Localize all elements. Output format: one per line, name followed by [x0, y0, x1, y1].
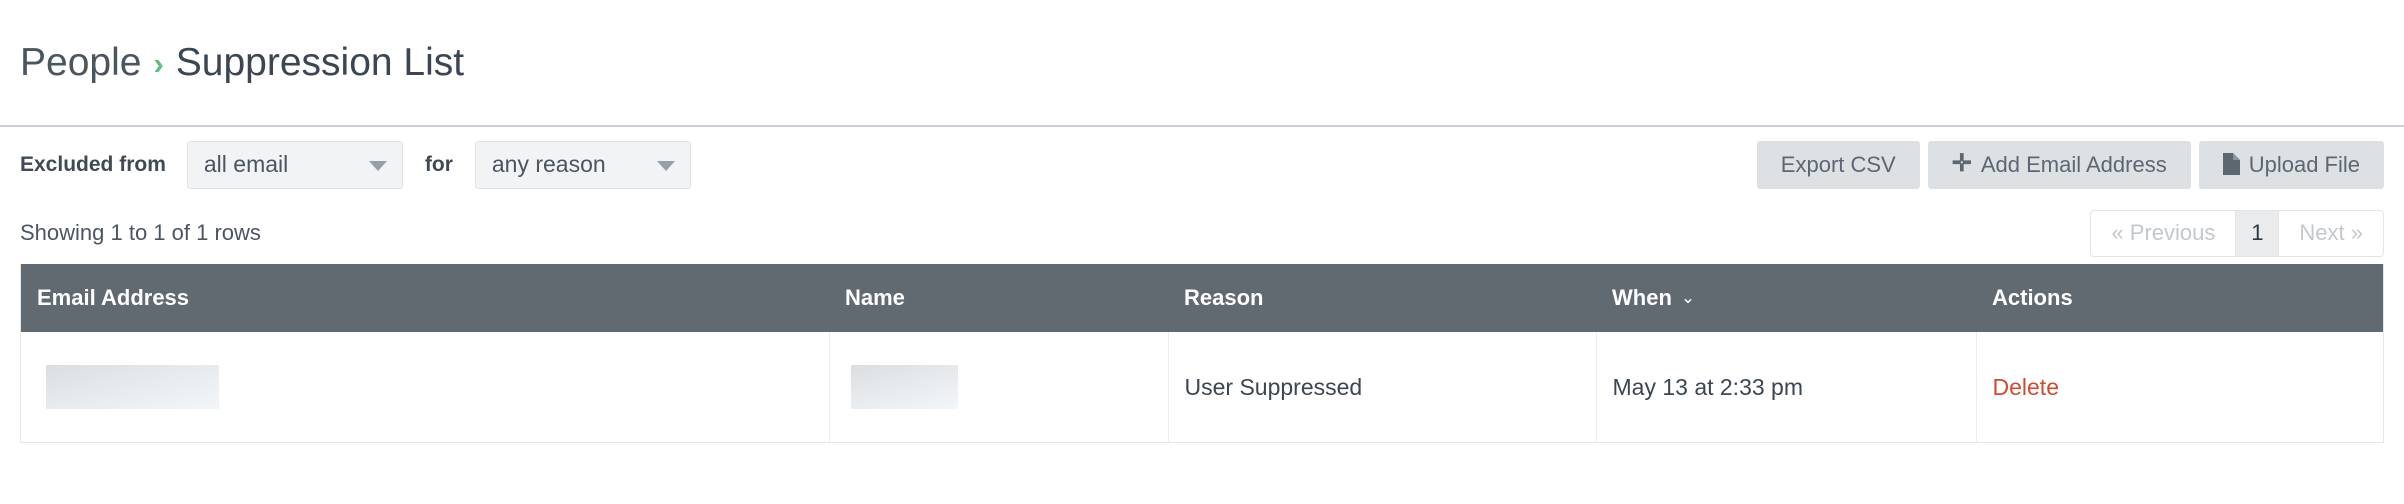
file-icon: [2222, 152, 2240, 175]
audience-filter-value: all email: [203, 151, 289, 177]
upload-file-label: Upload File: [2248, 151, 2360, 177]
pagination-page-1[interactable]: 1: [2235, 209, 2280, 257]
delete-link[interactable]: Delete: [1993, 374, 2059, 400]
reason-filter-value: any reason: [491, 151, 606, 177]
column-header-email-address-label: Email Address: [37, 285, 190, 310]
export-csv-button[interactable]: Export CSV: [1756, 140, 1920, 189]
filter-toolbar: Excluded from all email for any reason E…: [0, 127, 2404, 202]
upload-file-button[interactable]: Upload File: [2198, 140, 2384, 189]
cell-email-address: [21, 332, 830, 442]
redacted-name-value: [850, 365, 958, 409]
cell-when: May 13 at 2:33 pm: [1596, 332, 1977, 442]
reason-filter-select[interactable]: any reason: [474, 140, 691, 189]
pagination-previous-button[interactable]: « Previous: [2090, 209, 2237, 257]
action-button-group: Export CSV ✛ Add Email Address Upload Fi…: [1756, 140, 2384, 189]
table-row: User Suppressed May 13 at 2:33 pm Delete: [21, 332, 2383, 442]
add-email-address-button[interactable]: ✛ Add Email Address: [1927, 140, 2191, 189]
column-header-when-label: When: [1612, 285, 1672, 310]
export-csv-label: Export CSV: [1780, 151, 1896, 177]
table-header-row: Email Address Name Reason When ⌄ Actions: [21, 264, 2383, 332]
chevron-down-icon: [368, 160, 387, 171]
table-meta-row: Showing 1 to 1 of 1 rows « Previous 1 Ne…: [0, 202, 2404, 264]
pagination: « Previous 1 Next »: [2090, 209, 2384, 257]
cell-reason: User Suppressed: [1168, 332, 1597, 442]
breadcrumb: People › Suppression List: [20, 41, 464, 85]
column-header-when[interactable]: When ⌄: [1596, 264, 1976, 332]
suppression-list-table: Email Address Name Reason When ⌄ Actions: [21, 264, 2383, 442]
column-header-name[interactable]: Name: [829, 264, 1168, 332]
add-email-address-label: Add Email Address: [1980, 151, 2167, 177]
redacted-email-value: [46, 365, 219, 409]
column-header-reason-label: Reason: [1184, 285, 1264, 310]
suppression-list-table-wrapper: Email Address Name Reason When ⌄ Actions: [20, 264, 2384, 443]
plus-icon: ✛: [1951, 149, 1972, 177]
column-header-reason[interactable]: Reason: [1168, 264, 1596, 332]
chevron-right-icon: ›: [153, 46, 164, 81]
page-title: Suppression List: [175, 40, 465, 84]
cell-name: [829, 332, 1169, 442]
pagination-next-button[interactable]: Next »: [2278, 209, 2384, 257]
excluded-from-label: Excluded from: [20, 152, 166, 176]
showing-rows-text: Showing 1 to 1 of 1 rows: [20, 220, 261, 245]
breadcrumb-bar: People › Suppression List: [0, 0, 2404, 127]
column-header-actions-label: Actions: [1992, 285, 2073, 310]
cell-actions: Delete: [1976, 332, 2383, 442]
chevron-down-icon: [656, 160, 675, 171]
column-header-email-address[interactable]: Email Address: [21, 264, 829, 332]
column-header-actions[interactable]: Actions: [1976, 264, 2383, 332]
for-label: for: [424, 152, 453, 176]
chevron-down-icon: ⌄: [1680, 288, 1696, 307]
audience-filter-select[interactable]: all email: [186, 140, 403, 189]
column-header-name-label: Name: [845, 285, 905, 310]
breadcrumb-parent-link[interactable]: People: [20, 41, 141, 85]
